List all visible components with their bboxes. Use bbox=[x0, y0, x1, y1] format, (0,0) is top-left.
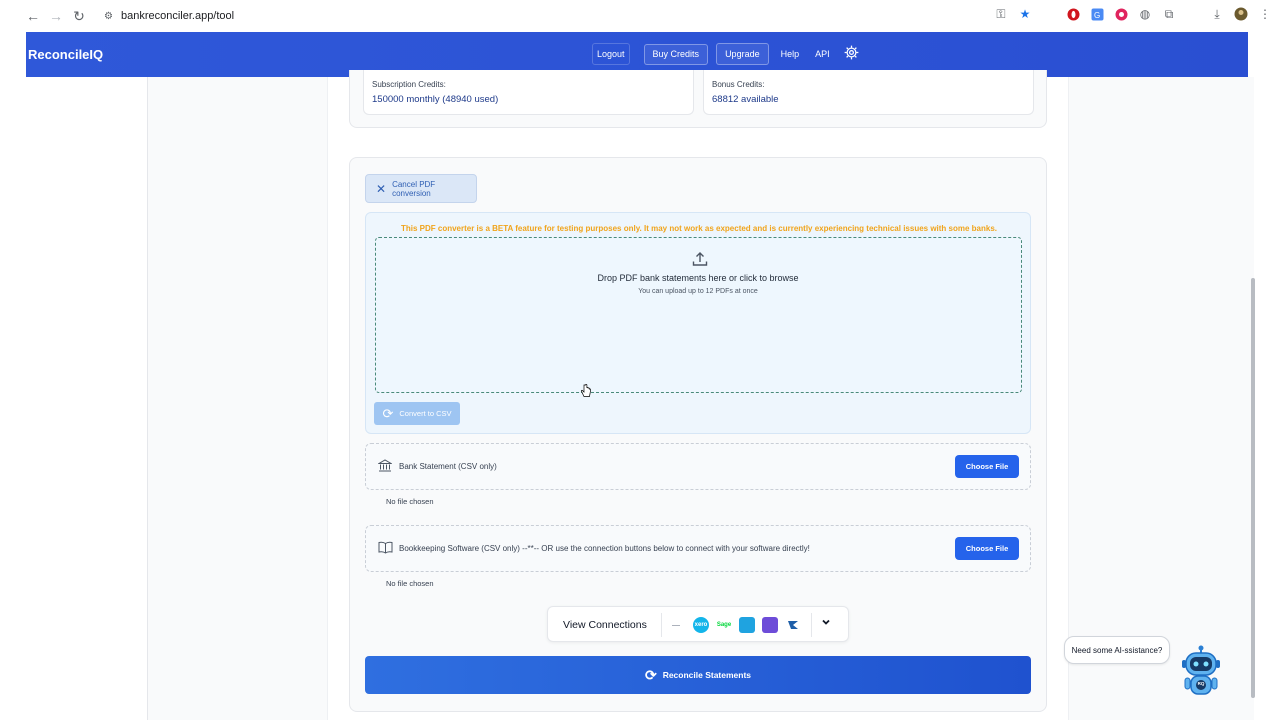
bookkeeping-choose-file-button[interactable]: Choose File bbox=[955, 537, 1019, 560]
pdf-dropzone[interactable]: Drop PDF bank statements here or click t… bbox=[375, 237, 1022, 393]
bonus-credits-value: 68812 available bbox=[712, 94, 779, 105]
brand-logo[interactable]: ReconcileIQ bbox=[28, 47, 103, 62]
bookkeeping-file-status: No file chosen bbox=[386, 579, 434, 588]
convert-to-csv-button[interactable]: ⟳ Convert to CSV bbox=[374, 402, 460, 425]
buy-credits-button[interactable]: Buy Credits bbox=[643, 43, 709, 65]
divider bbox=[811, 613, 812, 637]
forward-icon[interactable]: → bbox=[44, 4, 68, 28]
svg-text:G: G bbox=[1094, 11, 1100, 20]
logout-button[interactable]: Logout bbox=[592, 43, 630, 65]
assistant-badge: RQ bbox=[1197, 681, 1205, 686]
scrollbar-thumb[interactable] bbox=[1251, 278, 1255, 698]
credits-card: Subscription Credits: 150000 monthly (48… bbox=[349, 70, 1047, 128]
dropzone-title: Drop PDF bank statements here or click t… bbox=[597, 273, 799, 283]
profile-avatar[interactable] bbox=[1232, 5, 1250, 23]
browser-toolbar: ← → ↻ ⚙ bankreconciler.app/tool ⚿ ★ G ◍ … bbox=[0, 0, 1280, 32]
bank-statement-upload: Bank Statement (CSV only) Choose File bbox=[365, 443, 1031, 490]
bookmark-star-icon[interactable]: ★ bbox=[1016, 5, 1034, 23]
site-settings-icon[interactable]: ⚙ bbox=[104, 11, 113, 22]
reload-icon[interactable]: ↻ bbox=[67, 4, 91, 28]
assistant-bubble[interactable]: Need some AI-ssistance? bbox=[1064, 636, 1170, 664]
integration-logo-1[interactable]: — bbox=[668, 617, 684, 633]
assistant-robot-icon[interactable] bbox=[1180, 645, 1222, 699]
sage-logo[interactable]: Sage bbox=[716, 617, 732, 633]
hand-cursor-icon bbox=[581, 383, 591, 398]
refresh-icon: ⟳ bbox=[382, 405, 394, 421]
reconcile-statements-button[interactable]: ⟳ Reconcile Statements bbox=[365, 656, 1031, 694]
password-key-icon[interactable]: ⚿ bbox=[992, 5, 1010, 23]
api-link[interactable]: API bbox=[811, 43, 834, 65]
translate-extension-icon[interactable]: G bbox=[1088, 5, 1106, 23]
view-connections-bar[interactable]: View Connections — xero Sage bbox=[547, 606, 849, 642]
bookkeeping-upload: Bookkeeping Software (CSV only) --**-- O… bbox=[365, 525, 1031, 572]
gear-icon[interactable] bbox=[844, 45, 859, 64]
browser-extension-icons: ⚿ ★ G ◍ ⧉ ⤓ ⋮ bbox=[992, 5, 1274, 23]
integration-logo-6[interactable] bbox=[785, 617, 801, 633]
kebab-menu-icon[interactable]: ⋮ bbox=[1256, 5, 1274, 23]
integration-logo-4[interactable] bbox=[739, 617, 755, 633]
chevron-down-icon[interactable] bbox=[821, 617, 831, 630]
back-icon[interactable]: ← bbox=[21, 4, 45, 28]
bank-icon bbox=[377, 458, 393, 475]
beta-warning: This PDF converter is a BETA feature for… bbox=[400, 224, 998, 233]
convert-to-csv-label: Convert to CSV bbox=[399, 409, 452, 418]
cancel-pdf-conversion-label: Cancel PDF conversion bbox=[392, 179, 436, 198]
cancel-pdf-conversion-button[interactable]: ✕ Cancel PDF conversion bbox=[365, 174, 477, 203]
integration-logo-5[interactable] bbox=[762, 617, 778, 633]
left-gutter bbox=[0, 32, 26, 720]
view-connections-label: View Connections bbox=[563, 619, 647, 631]
sidebar bbox=[26, 77, 148, 720]
opera-extension-icon[interactable] bbox=[1064, 5, 1082, 23]
globe-extension-icon[interactable]: ◍ bbox=[1136, 5, 1154, 23]
header-nav: Logout Buy Credits Upgrade Help API bbox=[592, 43, 859, 65]
dropzone-subtitle: You can upload up to 12 PDFs at once bbox=[638, 288, 758, 295]
address-bar[interactable]: ⚙ bankreconciler.app/tool bbox=[96, 5, 1056, 27]
reconcile-statements-label: Reconcile Statements bbox=[662, 670, 752, 680]
url-text: bankreconciler.app/tool bbox=[120, 10, 235, 22]
book-icon bbox=[378, 541, 393, 557]
help-link[interactable]: Help bbox=[777, 43, 804, 65]
subscription-credits-box: Subscription Credits: 150000 monthly (48… bbox=[363, 70, 694, 115]
refresh-icon: ⟳ bbox=[644, 666, 657, 683]
bank-statement-label: Bank Statement (CSV only) bbox=[399, 462, 497, 471]
subscription-credits-value: 150000 monthly (48940 used) bbox=[372, 94, 499, 105]
bookkeeping-label: Bookkeeping Software (CSV only) --**-- O… bbox=[399, 544, 810, 553]
xero-logo[interactable]: xero bbox=[693, 617, 709, 633]
upgrade-button[interactable]: Upgrade bbox=[716, 43, 769, 65]
bonus-credits-box: Bonus Credits: 68812 available bbox=[703, 70, 1034, 115]
puzzle-extension-icon[interactable]: ⧉ bbox=[1160, 5, 1178, 23]
upload-icon bbox=[691, 250, 709, 268]
bonus-credits-label: Bonus Credits: bbox=[712, 80, 765, 89]
scrollbar-track bbox=[1254, 32, 1280, 720]
subscription-credits-label: Subscription Credits: bbox=[372, 80, 446, 89]
bank-choose-file-button[interactable]: Choose File bbox=[955, 455, 1019, 478]
download-icon[interactable]: ⤓ bbox=[1208, 5, 1226, 23]
close-icon: ✕ bbox=[376, 181, 387, 196]
red-extension-icon[interactable] bbox=[1112, 5, 1130, 23]
divider bbox=[661, 613, 662, 637]
bank-file-status: No file chosen bbox=[386, 497, 434, 506]
